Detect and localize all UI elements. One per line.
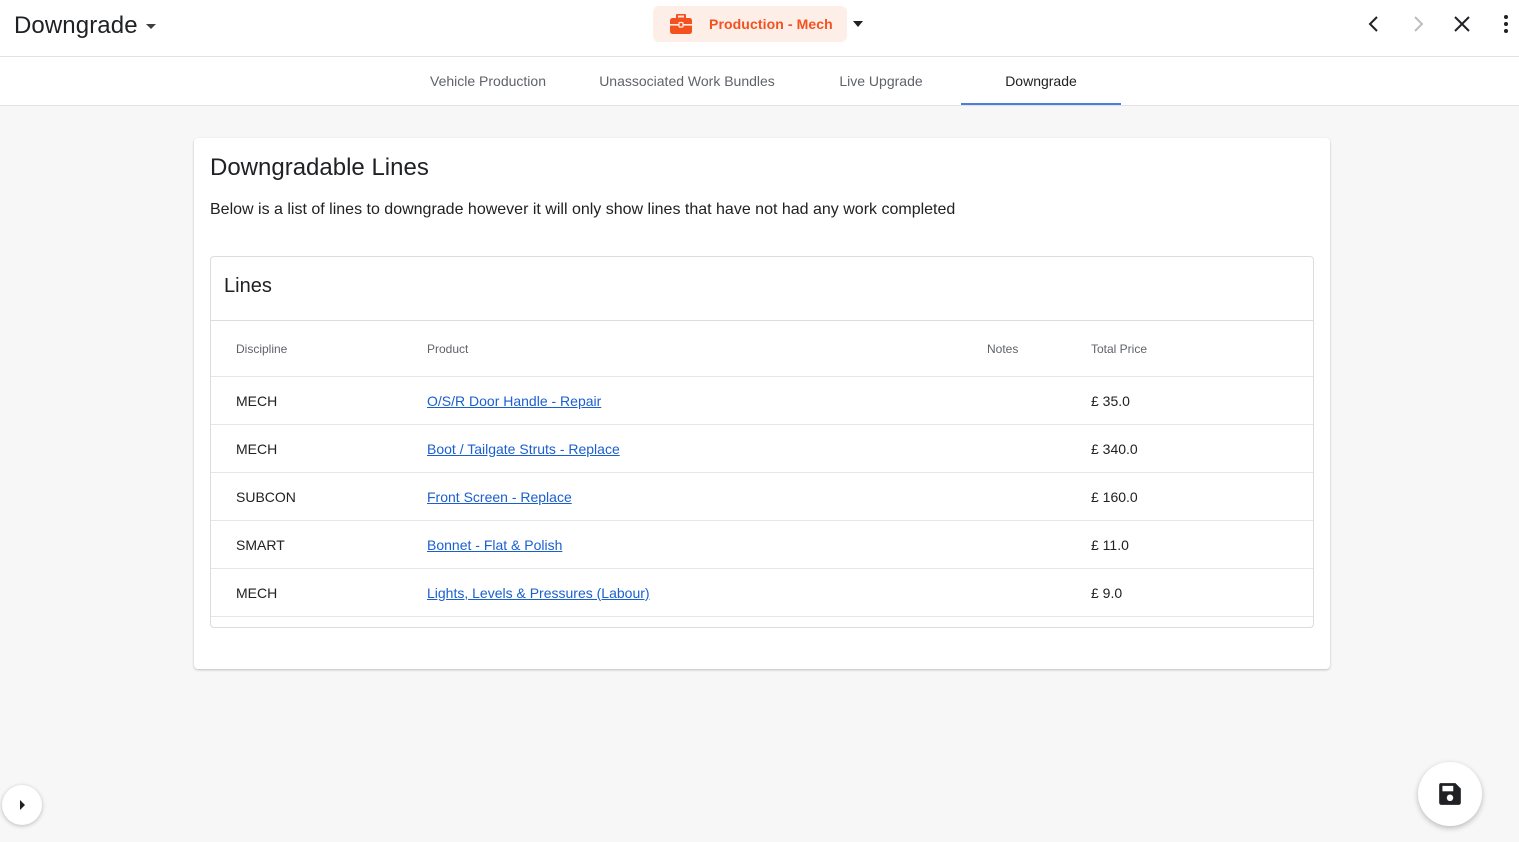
tab-vehicle-production[interactable]: Vehicle Production — [408, 57, 568, 105]
column-header-notes[interactable]: Notes — [987, 321, 1018, 376]
chevron-right-icon — [1414, 16, 1424, 32]
column-header-total-price[interactable]: Total Price — [1091, 321, 1147, 376]
save-button[interactable] — [1418, 762, 1482, 826]
table-row[interactable]: MECH Lights, Levels & Pressures (Labour)… — [211, 569, 1313, 617]
total-price-cell: £ 340.0 — [1091, 440, 1138, 457]
discipline-cell: MECH — [236, 440, 278, 457]
card-description: Below is a list of lines to downgrade ho… — [210, 201, 956, 218]
caret-down-icon — [145, 23, 156, 29]
page-title: Downgrade — [14, 12, 138, 39]
close-button[interactable] — [1450, 12, 1474, 36]
context-chip[interactable]: Production - Mech — [653, 6, 847, 42]
briefcase-icon — [670, 14, 692, 34]
more-vert-icon — [1504, 15, 1508, 33]
lines-title: Lines — [224, 275, 272, 297]
table-row[interactable]: MECH O/S/R Door Handle - Repair £ 35.0 — [211, 377, 1313, 425]
close-icon — [1454, 16, 1470, 32]
table-row[interactable]: MECH Boot / Tailgate Struts - Replace £ … — [211, 425, 1313, 473]
product-link[interactable]: Boot / Tailgate Struts - Replace — [427, 441, 620, 457]
discipline-cell: SUBCON — [236, 488, 296, 505]
discipline-cell: SMART — [236, 536, 285, 553]
context-label: Production - Mech — [709, 16, 833, 32]
page-title-dropdown[interactable]: Downgrade — [14, 10, 156, 42]
total-price-cell: £ 11.0 — [1091, 536, 1129, 553]
discipline-cell: MECH — [236, 392, 278, 409]
product-link[interactable]: Lights, Levels & Pressures (Labour) — [427, 585, 650, 601]
total-price-cell: £ 160.0 — [1091, 488, 1138, 505]
tab-live-upgrade[interactable]: Live Upgrade — [801, 57, 961, 105]
lines-panel: Lines Discipline Product Notes Total Pri… — [210, 256, 1314, 628]
lines-table: Discipline Product Notes Total Price MEC… — [211, 321, 1313, 617]
table-header-row: Discipline Product Notes Total Price — [211, 321, 1313, 377]
forward-button[interactable] — [1406, 12, 1430, 36]
sidebar-toggle-button[interactable] — [2, 785, 42, 825]
discipline-cell: MECH — [236, 584, 278, 601]
top-app-bar: Downgrade Production - Mech — [0, 0, 1519, 57]
product-link[interactable]: Bonnet - Flat & Polish — [427, 537, 562, 553]
active-tab-indicator — [961, 103, 1121, 105]
card-title: Downgradable Lines — [210, 154, 429, 181]
total-price-cell: £ 9.0 — [1091, 584, 1123, 601]
save-icon — [1439, 783, 1461, 805]
back-button[interactable] — [1362, 12, 1386, 36]
table-row[interactable]: SUBCON Front Screen - Replace £ 160.0 — [211, 473, 1313, 521]
context-dropdown-button[interactable] — [851, 14, 865, 34]
column-header-product[interactable]: Product — [427, 321, 468, 376]
tab-bar: Vehicle Production Unassociated Work Bun… — [0, 57, 1519, 106]
table-row[interactable]: SMART Bonnet - Flat & Polish £ 11.0 — [211, 521, 1313, 569]
tab-downgrade[interactable]: Downgrade — [961, 57, 1121, 105]
tab-unassociated-work-bundles[interactable]: Unassociated Work Bundles — [582, 57, 792, 105]
more-menu-button[interactable] — [1494, 12, 1518, 36]
product-link[interactable]: O/S/R Door Handle - Repair — [427, 393, 601, 409]
total-price-cell: £ 35.0 — [1091, 392, 1130, 409]
column-header-discipline[interactable]: Discipline — [236, 321, 287, 376]
product-link[interactable]: Front Screen - Replace — [427, 489, 572, 505]
downgradable-lines-card: Downgradable Lines Below is a list of li… — [194, 138, 1330, 669]
chevron-left-icon — [1368, 16, 1378, 32]
